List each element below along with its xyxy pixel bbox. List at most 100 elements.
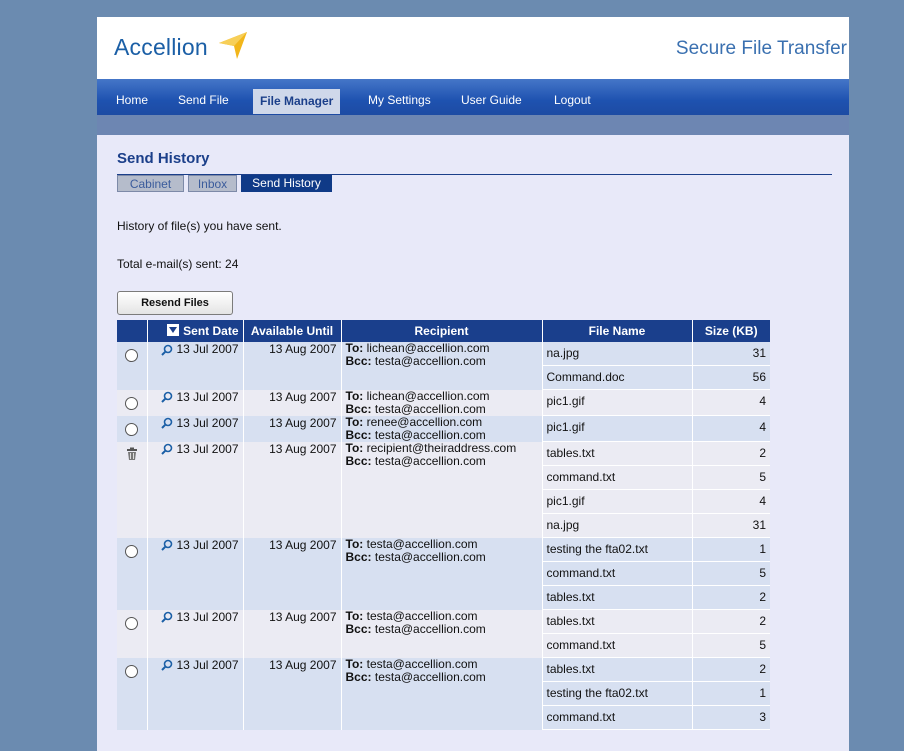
file-size-cell: 2 [692,657,770,682]
view-details-icon[interactable] [161,659,173,672]
file-name-cell: command.txt [542,561,693,586]
row-selector[interactable] [117,537,148,610]
row-selector[interactable] [117,389,148,416]
available-until-cell: 13 Aug 2007 [243,415,342,442]
tab-send-history[interactable]: Send History [241,175,332,192]
file-name-cell: Command.doc [542,365,693,390]
bcc-label: Bcc: [345,354,372,368]
row-select-radio[interactable] [125,349,139,362]
table-row: 13 Jul 2007 13 Aug 2007 To: recipient@thei… [117,441,770,538]
view-details-icon[interactable] [161,417,173,430]
nav-send-file[interactable]: Send File [178,90,229,112]
recipient-to: testa@accellion.com [366,608,478,623]
table-row: 13 Jul 2007 13 Aug 2007 To: renee@accellio… [117,414,770,442]
table-row: 13 Jul 2007 13 Aug 2007 To: lichean@accell… [117,342,770,390]
recipient-cell: To: recipient@theiraddress.com Bcc: testa… [341,440,543,538]
view-details-icon[interactable] [161,443,173,456]
header-sent-date[interactable]: Sent Date [147,320,244,342]
header-select [117,320,148,342]
file-name-cell: testing the fta02.txt [542,537,693,562]
header-size[interactable]: Size (KB) [692,320,770,342]
sent-date-value: 13 Jul 2007 [176,342,239,356]
accellion-logo[interactable]: Accellion [114,34,208,61]
page-title: Send History [117,150,210,167]
file-size-cell: 2 [692,441,770,466]
file-name-cell: command.txt [542,633,693,658]
nav-my-settings[interactable]: My Settings [368,90,431,112]
table-row: 13 Jul 2007 13 Aug 2007 To: testa@accellio… [117,536,770,610]
recipient-cell: To: lichean@accellion.com Bcc: testa@acce… [341,341,543,390]
row-selector[interactable] [117,342,148,390]
to-label: To: [345,536,364,551]
sent-date-cell: 13 Jul 2007 [147,415,244,442]
recipient-bcc: testa@accellion.com [374,669,486,684]
file-name-cell: na.jpg [542,513,693,538]
row-selector[interactable] [117,609,148,658]
file-size-cell: 1 [692,681,770,706]
file-size-cell: 1 [692,537,770,562]
recipient-to: renee@accellion.com [366,414,483,429]
row-select-radio[interactable] [125,616,139,630]
to-label: To: [345,656,364,671]
row-select-radio[interactable] [125,544,139,558]
row-select-radio[interactable] [125,664,139,678]
recipient-bcc: testa@accellion.com [374,354,486,368]
tab-inbox[interactable]: Inbox [188,175,237,192]
bcc-label: Bcc: [345,401,372,416]
header-recipient[interactable]: Recipient [341,320,543,342]
available-until-cell: 13 Aug 2007 [243,342,342,390]
sort-down-icon[interactable] [167,324,180,336]
nav-file-manager[interactable]: File Manager [253,89,341,114]
nav-user-guide[interactable]: User Guide [461,90,522,112]
header-file-name[interactable]: File Name [542,320,693,342]
row-selector[interactable] [117,415,148,442]
sent-date-value: 13 Jul 2007 [176,657,239,672]
recipient-to: lichean@accellion.com [366,388,490,403]
file-size-cell: 31 [692,513,770,538]
to-label: To: [345,440,364,455]
row-selector[interactable] [117,441,148,538]
to-label: To: [345,414,364,429]
file-name-cell: na.jpg [542,342,693,366]
sent-date-value: 13 Jul 2007 [176,537,239,552]
file-name-cell: command.txt [542,705,693,730]
sent-date-cell: 13 Jul 2007 [147,657,244,730]
nav-home[interactable]: Home [116,90,148,112]
row-selector[interactable] [117,657,148,730]
trash-icon[interactable] [126,447,138,460]
sub-nav-bar [97,115,849,135]
recipient-bcc: testa@accellion.com [374,427,486,442]
view-details-icon[interactable] [161,611,173,624]
file-name-cell: pic1.gif [542,489,693,514]
file-name-cell: tables.txt [542,657,693,682]
sent-date-cell: 13 Jul 2007 [147,609,244,658]
tab-cabinet[interactable]: Cabinet [117,175,184,192]
view-details-icon[interactable] [161,344,173,356]
total-sent-count: Total e-mail(s) sent: 24 [117,257,239,271]
nav-logout[interactable]: Logout [554,90,591,112]
file-size-cell: 4 [692,415,770,442]
view-details-icon[interactable] [161,539,173,552]
file-size-cell: 5 [692,633,770,658]
table-header-row: Sent Date Available Until Recipient File… [117,320,770,342]
available-until-cell: 13 Aug 2007 [243,389,342,416]
file-size-cell: 4 [692,489,770,514]
sent-date-cell: 13 Jul 2007 [147,389,244,416]
recipient-to: recipient@theiraddress.com [366,440,517,455]
page-container: Accellion Secure File Transfer Home Send… [97,17,849,751]
bcc-label: Bcc: [345,427,372,442]
bcc-label: Bcc: [345,669,372,684]
available-until-cell: 13 Aug 2007 [243,657,342,730]
logo-swoosh-icon [219,32,247,59]
row-select-radio[interactable] [125,396,139,410]
row-select-radio[interactable] [125,422,139,436]
recipient-cell: To: testa@accellion.com Bcc: testa@accell… [341,608,543,658]
header-available-until[interactable]: Available Until [243,320,342,342]
resend-files-button[interactable]: Resend Files [117,291,233,315]
file-size-cell: 2 [692,585,770,610]
file-size-cell: 5 [692,465,770,490]
recipient-to: lichean@accellion.com [366,341,490,355]
view-details-icon[interactable] [161,391,173,404]
sent-date-cell: 13 Jul 2007 [147,342,244,390]
recipient-cell: To: renee@accellion.com Bcc: testa@accell… [341,414,543,442]
